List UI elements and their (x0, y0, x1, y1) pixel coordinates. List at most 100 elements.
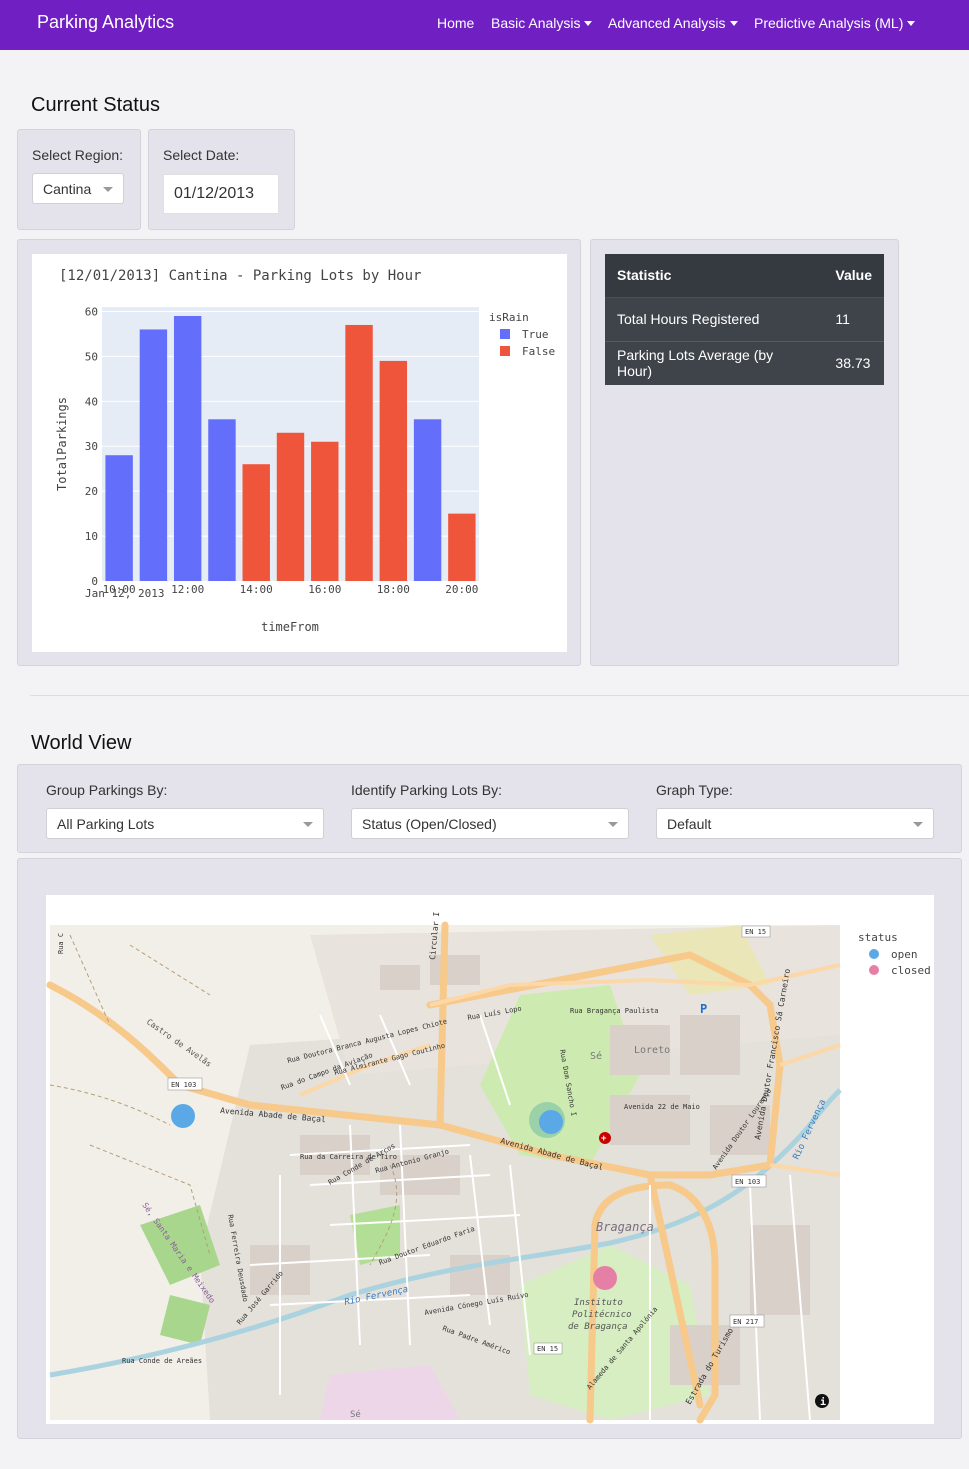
bar-14h[interactable] (242, 464, 270, 581)
bar-15h[interactable] (276, 432, 305, 581)
map-label: Rua C (57, 933, 65, 954)
bar-20h[interactable] (448, 513, 476, 581)
map-label: Politécnico (572, 1309, 632, 1320)
map-label: Bragança (596, 1220, 654, 1234)
bar-12h[interactable] (173, 315, 202, 581)
region-card: Select Region: Cantina (17, 129, 141, 230)
graph-type-value: Default (667, 815, 712, 832)
map-label: de Bragança (568, 1322, 628, 1332)
current-status-title: Current Status (31, 94, 160, 116)
brand-title[interactable]: Parking Analytics (37, 12, 174, 33)
legend-label-false: False (522, 345, 555, 358)
map-label: Loreto (634, 1045, 670, 1056)
stat-name: Parking Lots Average (by Hour) (605, 340, 824, 385)
chart-card: [12/01/2013] Cantina - Parking Lots by H… (17, 239, 581, 666)
nav-basic-analysis[interactable]: Basic Analysis (491, 15, 593, 31)
region-select[interactable]: Cantina (32, 173, 124, 204)
stat-value: 11 (823, 296, 884, 341)
identify-by-select[interactable]: Status (Open/Closed) (351, 808, 629, 839)
map-label: EN 217 (733, 1318, 758, 1326)
chevron-down-icon (103, 186, 113, 192)
bar-10h[interactable] (105, 455, 133, 581)
map-label: EN 15 (537, 1345, 558, 1353)
group-by-label: Group Parkings By: (46, 782, 168, 798)
y-tick-label: 60 (85, 305, 98, 318)
graph-type-label: Graph Type: (656, 782, 733, 798)
chevron-down-icon (729, 21, 738, 26)
stats-table: Statistic Value Total Hours Registered 1… (605, 254, 884, 385)
group-by-select[interactable]: All Parking Lots (46, 808, 324, 839)
bar-17h[interactable] (345, 324, 373, 581)
bar-13h[interactable] (208, 419, 236, 581)
x-tick-label: 12:00 (171, 583, 204, 596)
legend-label-open: open (891, 948, 918, 961)
map-label: Rua Conde de Areães (122, 1357, 202, 1365)
y-tick-label: 30 (85, 440, 98, 453)
graph-type-select[interactable]: Default (656, 808, 934, 839)
group-by-value: All Parking Lots (57, 815, 155, 832)
x-sub-label: Jan 12, 2013 (85, 587, 164, 600)
parking-icon: P (700, 1002, 707, 1016)
nav-predictive-analysis[interactable]: Predictive Analysis (ML) (754, 15, 916, 31)
legend-swatch-true (500, 329, 510, 339)
stat-name: Total Hours Registered (605, 296, 824, 341)
date-input-value: 01/12/2013 (174, 185, 255, 202)
x-tick-label: 20:00 (445, 583, 478, 596)
map-label: Sé (350, 1409, 361, 1420)
map-label: EN 103 (171, 1081, 196, 1089)
bar-18h[interactable] (379, 360, 408, 581)
bar-19h[interactable] (413, 419, 442, 581)
stat-value: 38.73 (823, 340, 884, 385)
x-tick-label: 14:00 (240, 583, 273, 596)
bar-16h[interactable] (311, 441, 339, 581)
map-plot[interactable]: Rua C Castro de Avelãs EN 103 Avenida Ab… (46, 895, 934, 1424)
legend-swatch-closed (869, 965, 879, 975)
y-tick-label: 20 (85, 485, 98, 498)
section-divider (30, 695, 969, 696)
identify-by-value: Status (Open/Closed) (362, 815, 497, 832)
y-tick-label: 50 (85, 350, 98, 363)
nav-home[interactable]: Home (437, 15, 474, 31)
navbar: Parking Analytics Home Basic Analysis Ad… (0, 0, 969, 50)
table-row: Total Hours Registered 11 (605, 296, 884, 341)
stats-header-value: Value (823, 254, 884, 298)
stats-card: Statistic Value Total Hours Registered 1… (590, 239, 899, 666)
map-label: EN 103 (735, 1178, 760, 1186)
legend-label-true: True (522, 328, 549, 341)
chevron-down-icon (913, 821, 923, 827)
stats-header-row: Statistic Value (605, 254, 884, 298)
chevron-down-icon (303, 821, 313, 827)
hospital-icon: + (601, 1134, 607, 1144)
identify-by-label: Identify Parking Lots By: (351, 782, 502, 798)
region-select-value: Cantina (43, 180, 92, 197)
legend-title: isRain (489, 311, 529, 324)
parking-marker-closed[interactable] (593, 1266, 617, 1290)
y-tick-label: 40 (85, 395, 98, 408)
world-view-filters: Group Parkings By: All Parking Lots Iden… (17, 764, 962, 853)
map-label: Rua Bragança Paulista (570, 1007, 659, 1015)
region-label: Select Region: (32, 147, 124, 163)
legend-label-closed: closed (891, 964, 931, 977)
legend-swatch-false (500, 346, 510, 356)
parking-marker-open[interactable] (171, 1104, 195, 1128)
bar-11h[interactable] (139, 329, 168, 581)
date-label: Select Date: (163, 147, 240, 163)
chevron-down-icon (907, 21, 916, 26)
parking-marker-open[interactable] (539, 1110, 563, 1134)
bar-chart-svg: [12/01/2013] Cantina - Parking Lots by H… (55, 268, 555, 634)
map-label: Avenida 22 de Maio (624, 1103, 700, 1111)
chevron-down-icon (608, 821, 618, 827)
nav-advanced-analysis[interactable]: Advanced Analysis (608, 15, 738, 31)
x-axis-title: timeFrom (261, 620, 319, 634)
x-tick-label: 18:00 (377, 583, 410, 596)
map-label: Instituto (574, 1298, 623, 1308)
date-input[interactable]: 01/12/2013 (163, 174, 279, 214)
map-svg: Rua C Castro de Avelãs EN 103 Avenida Ab… (46, 911, 931, 1424)
chevron-down-icon (584, 21, 593, 26)
legend-swatch-open (869, 949, 879, 959)
x-tick-label: 16:00 (308, 583, 341, 596)
chart-title: [12/01/2013] Cantina - Parking Lots by H… (59, 268, 421, 284)
map-label: EN 15 (745, 928, 766, 936)
world-view-title: World View (31, 732, 132, 754)
bar-chart[interactable]: [12/01/2013] Cantina - Parking Lots by H… (32, 254, 567, 652)
